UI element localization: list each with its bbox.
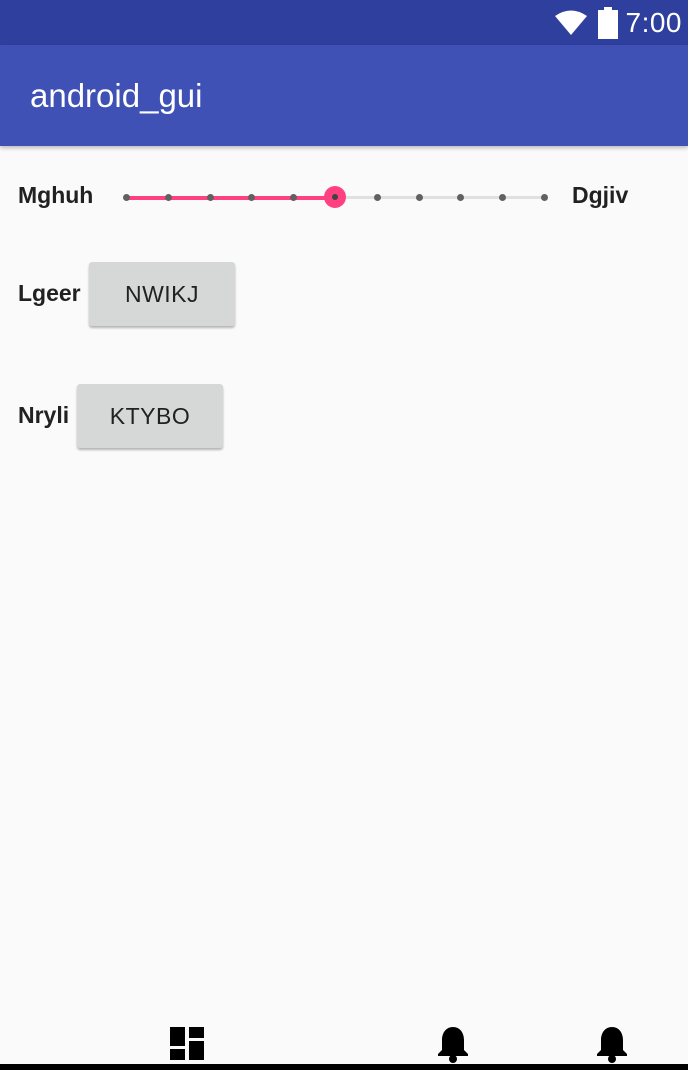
app-title: android_gui [30,77,203,114]
app-bar: android_gui [0,45,688,146]
seekbar-tick [373,194,381,201]
seekbar-tick [123,194,130,201]
seekbar-tick [415,194,423,201]
seekbar-thumb-dot [332,194,338,200]
notification-bell-icon[interactable] [436,1025,470,1063]
seekbar-tick [457,194,465,201]
status-icons: 7:00 [554,0,683,45]
seekbar-right-label: Dgjiv [572,182,629,208]
seekbar-left-label: Mghuh [18,182,94,208]
seekbar-tick [206,194,214,201]
seekbar-tick [541,194,548,201]
nryli-label: Nryli [18,402,70,428]
nwikj-button[interactable]: NWIKJ [89,262,235,326]
status-bar: 7:00 [0,0,688,45]
status-clock: 7:00 [625,7,682,38]
battery-icon [597,6,618,39]
navigation-bar-edge [0,1064,688,1070]
discrete-seekbar[interactable] [112,180,558,214]
seekbar-tick [499,194,507,201]
seekbar-progress [126,196,335,200]
notification-bell-icon[interactable] [595,1025,629,1063]
dashboard-icon[interactable] [170,1027,204,1060]
wifi-icon [554,10,587,35]
seekbar-tick [164,194,172,201]
seekbar-thumb[interactable] [324,186,346,208]
lgeer-label: Lgeer [18,280,81,306]
ktybo-button[interactable]: KTYBO [77,384,223,448]
